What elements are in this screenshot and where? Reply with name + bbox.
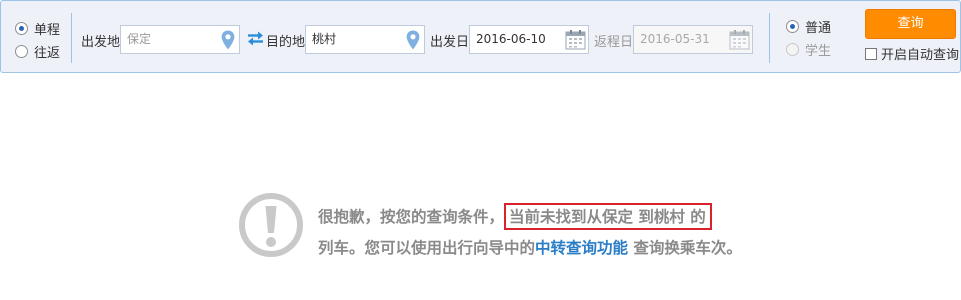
depart-date-value: 2016-06-10 bbox=[476, 32, 546, 46]
return-date-input[interactable]: 2016-05-31 bbox=[633, 25, 753, 54]
map-pin-icon[interactable] bbox=[406, 30, 420, 50]
return-date-value: 2016-05-31 bbox=[640, 32, 710, 46]
depart-label: 出发日 bbox=[430, 35, 470, 50]
divider bbox=[71, 13, 72, 63]
depart-date-input[interactable]: 2016-06-10 bbox=[469, 25, 589, 54]
round-trip-radio[interactable]: 往返 bbox=[15, 42, 60, 61]
map-pin-icon[interactable] bbox=[221, 30, 235, 50]
round-trip-label: 往返 bbox=[34, 46, 61, 61]
message-part-2: 列车。您可以使用出行向导中的 bbox=[318, 238, 536, 257]
search-bar: 单程 往返 出发地 保定 目的地 桃村 出发日 2016-06-10 返程日 2… bbox=[0, 0, 961, 73]
checkbox-icon[interactable] bbox=[865, 47, 877, 60]
student-ticket-radio[interactable]: 学生 bbox=[786, 40, 831, 59]
student-ticket-label: 学生 bbox=[805, 44, 832, 59]
one-way-radio[interactable]: 单程 bbox=[15, 19, 60, 38]
query-button[interactable]: 查询 bbox=[865, 9, 956, 39]
highlighted-route-text: 当前未找到从保定 到桃村 的 bbox=[504, 203, 712, 230]
auto-query-checkbox[interactable]: 开启自动查询 bbox=[865, 44, 959, 63]
transfer-query-link[interactable]: 中转查询功能 bbox=[535, 238, 628, 257]
radio-checked-icon[interactable] bbox=[786, 20, 799, 33]
calendar-icon[interactable] bbox=[729, 29, 750, 50]
from-input[interactable]: 保定 bbox=[120, 25, 240, 54]
message-text: 很抱歉，按您的查询条件， 当前未找到从保定 到桃村 的列车。您可以使用出行向导中的… bbox=[318, 201, 748, 263]
swap-arrows-icon[interactable] bbox=[247, 30, 264, 47]
from-label: 出发地 bbox=[81, 35, 121, 50]
auto-query-label: 开启自动查询 bbox=[881, 48, 960, 63]
message-part-3: 查询换乘车次。 bbox=[628, 238, 742, 257]
normal-ticket-radio[interactable]: 普通 bbox=[786, 17, 831, 36]
return-label: 返程日 bbox=[594, 35, 634, 50]
to-input[interactable]: 桃村 bbox=[305, 25, 425, 54]
message-part-1: 很抱歉，按您的查询条件， bbox=[318, 207, 505, 226]
radio-checked-icon[interactable] bbox=[15, 22, 28, 35]
radio-unchecked-icon[interactable] bbox=[15, 45, 28, 58]
one-way-label: 单程 bbox=[34, 23, 61, 38]
radio-unchecked-icon[interactable] bbox=[786, 43, 799, 56]
to-value: 桃村 bbox=[312, 32, 337, 46]
from-value: 保定 bbox=[127, 32, 152, 46]
normal-ticket-label: 普通 bbox=[805, 21, 832, 36]
divider bbox=[769, 13, 770, 63]
exclamation-circle-icon bbox=[239, 193, 303, 257]
to-label: 目的地 bbox=[266, 35, 306, 50]
calendar-icon[interactable] bbox=[565, 29, 586, 50]
